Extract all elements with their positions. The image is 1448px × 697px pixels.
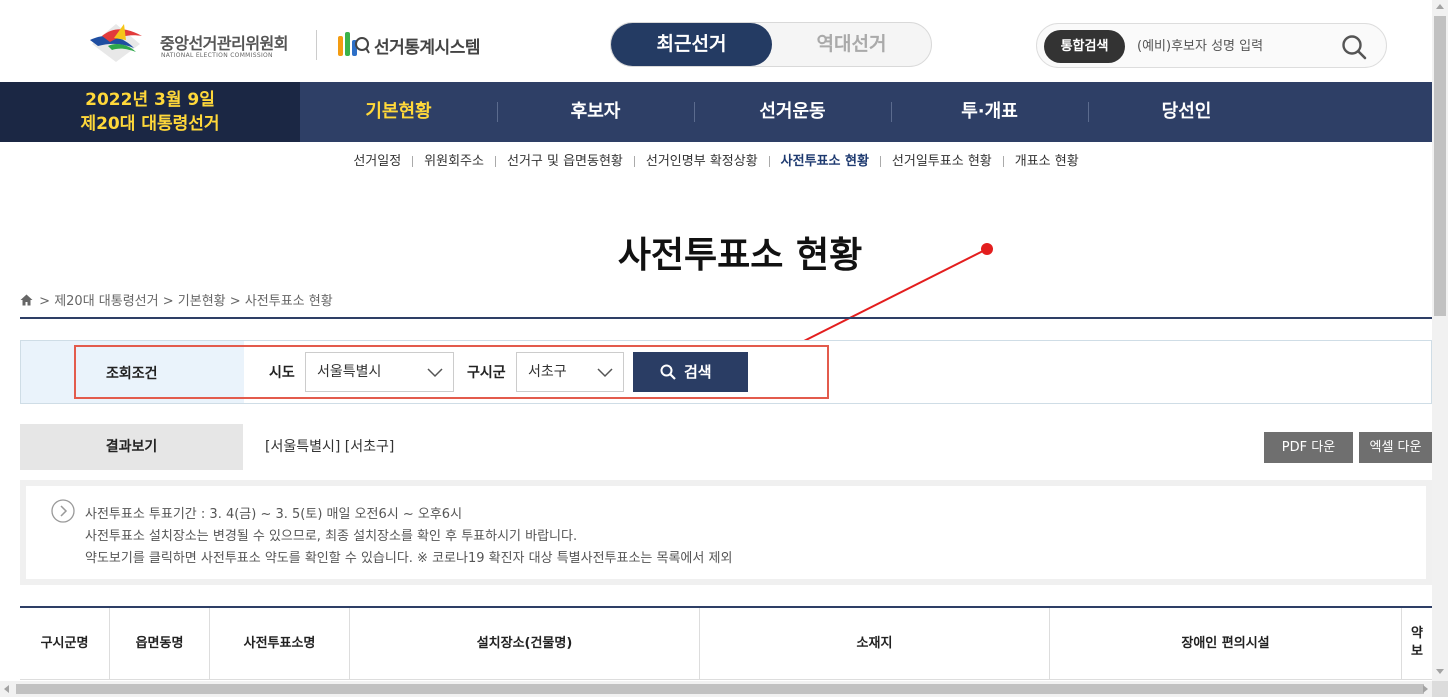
notice-line-3: 약도보기를 클릭하면 사전투표소 약도를 확인할 수 있습니다. ※ 코로나19… xyxy=(85,551,733,566)
scrollbar-corner xyxy=(1432,681,1448,697)
scroll-left-icon[interactable] xyxy=(4,685,9,693)
th-dong: 읍면동명 xyxy=(110,608,210,680)
chevron-down-icon xyxy=(427,368,443,378)
title-divider xyxy=(20,317,1432,319)
vertical-scrollbar[interactable] xyxy=(1432,0,1448,681)
th-district: 구시군명 xyxy=(20,608,110,680)
excel-download-button[interactable]: 엑셀 다운 xyxy=(1359,432,1432,463)
th-address: 소재지 xyxy=(700,608,1050,680)
notice-line-1: 사전투표소 투표기간 : 3. 4(금) ~ 3. 5(토) 매일 오전6시 ~… xyxy=(85,507,463,522)
th-map: 약 보 xyxy=(1402,608,1432,680)
notice-box: 사전투표소 투표기간 : 3. 4(금) ~ 3. 5(토) 매일 오전6시 ~… xyxy=(20,480,1432,585)
result-value: [서울특별시] [서초구] xyxy=(243,424,1432,470)
horizontal-scrollbar[interactable] xyxy=(0,681,1432,697)
polling-table: 구시군명 읍면동명 사전투표소명 설치장소(건물명) 소재지 장애인 편의시설 … xyxy=(20,606,1432,680)
gu-label: 구시군 xyxy=(467,365,506,381)
scroll-up-icon[interactable] xyxy=(1436,4,1444,9)
search-icon xyxy=(660,364,676,380)
gu-select[interactable]: 서초구 xyxy=(516,352,624,392)
th-building: 설치장소(건물명) xyxy=(350,608,700,680)
notice-inner: 사전투표소 투표기간 : 3. 4(금) ~ 3. 5(토) 매일 오전6시 ~… xyxy=(26,486,1426,579)
vertical-scroll-thumb[interactable] xyxy=(1434,16,1446,316)
chevron-down-icon xyxy=(597,368,613,378)
breadcrumb-sep: > xyxy=(39,294,51,309)
chevron-right-circle-icon xyxy=(51,499,75,523)
result-bar: 결과보기 [서울특별시] [서초구] xyxy=(20,424,1432,470)
home-icon[interactable] xyxy=(20,294,33,306)
th-map-line-2: 보 xyxy=(1411,644,1423,659)
notice-line-2: 사전투표소 설치장소는 변경될 수 있으므로, 최종 설치장소를 확인 후 투표… xyxy=(85,529,578,544)
horizontal-scroll-thumb[interactable] xyxy=(16,684,1424,694)
th-map-line-1: 약 xyxy=(1411,626,1423,641)
search-button[interactable]: 검색 xyxy=(633,352,748,392)
gu-value: 서초구 xyxy=(528,364,567,380)
sido-label: 시도 xyxy=(269,365,295,381)
th-polling-name: 사전투표소명 xyxy=(210,608,350,680)
breadcrumb-sep: > xyxy=(162,294,174,309)
sido-select[interactable]: 서울특별시 xyxy=(305,352,454,392)
scroll-right-icon[interactable] xyxy=(1423,685,1428,693)
result-caption: 결과보기 xyxy=(20,424,243,470)
scroll-down-icon[interactable] xyxy=(1436,669,1444,674)
breadcrumb-election[interactable]: 제20대 대통령선거 xyxy=(54,294,158,309)
th-accessibility: 장애인 편의시설 xyxy=(1050,608,1402,680)
table-header-row: 구시군명 읍면동명 사전투표소명 설치장소(건물명) 소재지 장애인 편의시설 … xyxy=(20,608,1432,680)
breadcrumb-basic-status[interactable]: 기본현황 xyxy=(178,294,226,309)
search-button-label: 검색 xyxy=(684,363,712,381)
pdf-download-button[interactable]: PDF 다운 xyxy=(1264,432,1353,463)
breadcrumb-sep: > xyxy=(229,294,241,309)
breadcrumb-current: 사전투표소 현황 xyxy=(244,294,333,309)
sido-value: 서울특별시 xyxy=(317,364,382,380)
breadcrumb: > 제20대 대통령선거 > 기본현황 > 사전투표소 현황 xyxy=(20,290,333,309)
